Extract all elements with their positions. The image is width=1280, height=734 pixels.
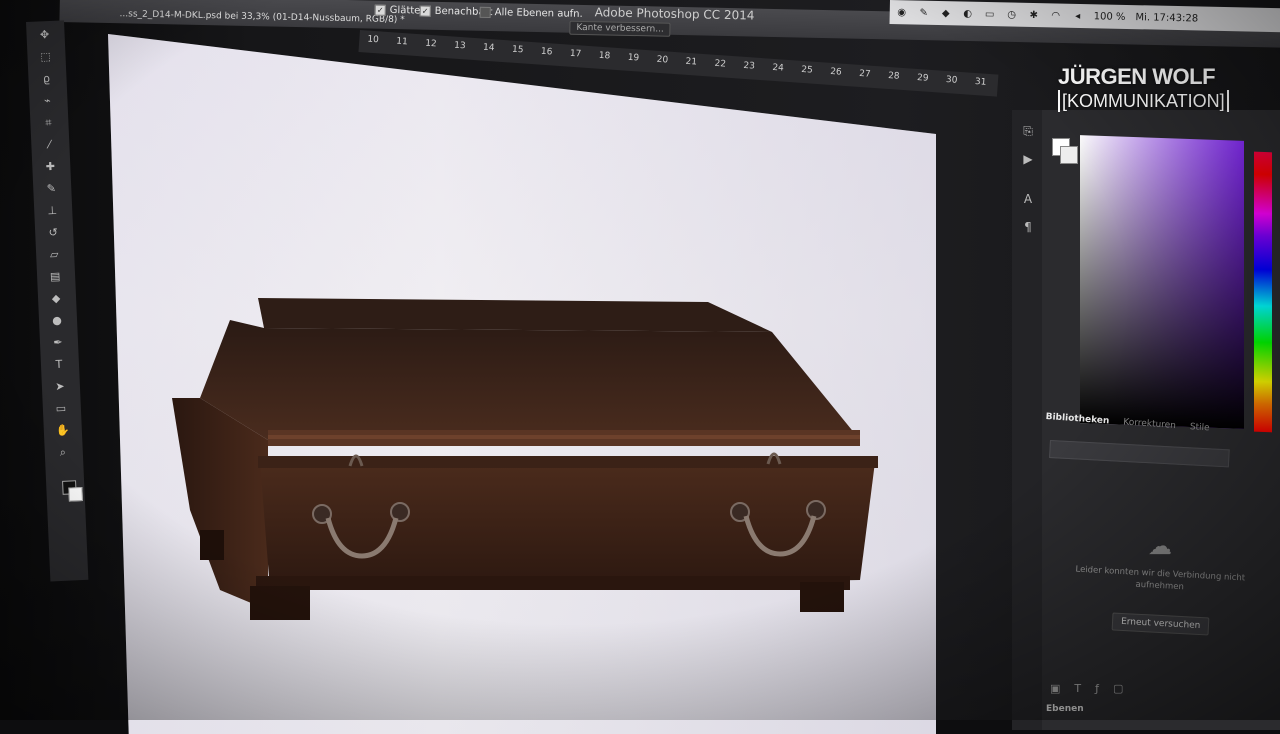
ruler-tick-label: 17 — [569, 48, 582, 60]
gradient-tool-icon[interactable]: ▤ — [49, 270, 62, 284]
hand-tool-icon[interactable]: ✋ — [56, 423, 70, 437]
eraser-tool-icon[interactable]: ▱ — [48, 248, 61, 262]
display-icon[interactable]: ▭ — [984, 8, 996, 20]
history-brush-tool-icon[interactable]: ↺ — [47, 226, 60, 240]
ruler-tick-label: 22 — [714, 58, 727, 70]
dropbox-icon[interactable]: ◆ — [940, 7, 952, 19]
ruler-tick-label: 26 — [829, 66, 842, 78]
ruler-tick-label: 28 — [887, 70, 900, 82]
ruler-tick-label: 19 — [627, 52, 640, 64]
shape-filter-icon[interactable]: ▢ — [1113, 682, 1123, 695]
hue-slider[interactable] — [1254, 151, 1272, 433]
brush-tool-icon[interactable]: ✎ — [45, 182, 58, 196]
watermark-subtitle: [KOMMUNIKATION] — [1058, 90, 1229, 112]
contiguous-checkbox[interactable]: ✓ — [419, 5, 431, 17]
battery-status[interactable]: 100 % — [1094, 11, 1126, 23]
blur-tool-icon[interactable]: ◆ — [50, 292, 63, 306]
pen-tool-icon[interactable]: ✒ — [52, 336, 65, 350]
shape-tool-icon[interactable]: ▭ — [55, 402, 68, 416]
all-layers-label: Alle Ebenen aufn. — [494, 7, 583, 20]
bluetooth-icon[interactable]: ✱ — [1028, 9, 1040, 21]
cloud-offline-icon: ☁ — [1148, 532, 1172, 560]
ruler-tick-label: 16 — [540, 46, 553, 58]
time-machine-icon[interactable]: ◐ — [962, 8, 974, 20]
tools-panel: ✥ ⬚ ϱ ⌁ ⌗ ⁄ ✚ ✎ ⊥ ↺ ▱ ▤ ◆ ● ✒ T ➤ ▭ ✋ ⌕ — [26, 20, 89, 582]
character-panel-icon[interactable]: A — [1021, 192, 1035, 206]
layer-filter-tools: ▣ T ƒ ▢ — [1050, 682, 1123, 695]
history-panel-icon[interactable]: ⎘ — [1021, 124, 1035, 138]
ruler-tick-label: 14 — [482, 42, 495, 54]
refine-edge-button[interactable]: Kante verbessern... — [569, 20, 671, 37]
volume-icon[interactable]: ◂ — [1072, 10, 1084, 22]
paragraph-panel-icon[interactable]: ¶ — [1021, 220, 1035, 234]
healing-tool-icon[interactable]: ✚ — [44, 160, 57, 174]
zoom-tool-icon[interactable]: ⌕ — [57, 446, 70, 460]
clone-tool-icon[interactable]: ⊥ — [46, 204, 59, 218]
coffin-image — [172, 298, 878, 620]
marquee-tool-icon[interactable]: ⬚ — [39, 50, 52, 64]
antialias-checkbox[interactable]: ✓ — [374, 4, 386, 16]
crop-tool-icon[interactable]: ⌗ — [42, 116, 55, 130]
ruler-tick-label: 21 — [685, 56, 698, 68]
ruler-tick-label: 18 — [598, 50, 611, 62]
clock-icon[interactable]: ◷ — [1006, 8, 1018, 20]
all-layers-checkbox[interactable] — [479, 6, 491, 19]
document-tab[interactable]: ...ss_2_D14-M-DKL.psd bei 33,3% (01-D14-… — [119, 9, 404, 25]
actions-panel-icon[interactable]: ▶ — [1021, 152, 1035, 166]
tab-layers[interactable]: Ebenen — [1046, 704, 1084, 714]
ruler-tick-label: 30 — [945, 75, 958, 86]
panel-dock: ⎘ ▶ A ¶ — [1012, 110, 1044, 730]
ruler-tick-label: 11 — [395, 36, 409, 48]
color-picker-field[interactable] — [1080, 135, 1244, 429]
ruler-tick-label: 29 — [916, 72, 929, 84]
ruler-tick-label: 23 — [743, 60, 756, 72]
color-panel-background[interactable] — [1060, 146, 1078, 164]
ruler-tick-label: 13 — [453, 40, 466, 52]
path-select-tool-icon[interactable]: ➤ — [54, 380, 67, 394]
ruler-tick-label: 27 — [858, 68, 871, 80]
wifi-icon[interactable]: ◠ — [1050, 9, 1062, 21]
ruler-tick-label: 15 — [511, 44, 524, 56]
pixel-filter-icon[interactable]: ▣ — [1050, 682, 1060, 695]
watermark-name: JÜRGEN WOLF — [1058, 64, 1216, 89]
eyedropper-tool-icon[interactable]: ⁄ — [43, 138, 56, 152]
creative-cloud-icon[interactable]: ◉ — [896, 6, 908, 18]
lasso-tool-icon[interactable]: ϱ — [40, 72, 53, 86]
ruler-tick-label: 20 — [656, 54, 669, 66]
ruler-tick-label: 31 — [974, 77, 987, 88]
tools-icon[interactable]: ✎ — [918, 7, 930, 19]
background-color-swatch[interactable] — [68, 486, 83, 502]
type-filter-icon[interactable]: T — [1074, 682, 1081, 695]
monitor-screen: ...ss_2_D14-M-DKL.psd bei 33,3% (01-D14-… — [0, 0, 1280, 734]
ruler-tick-label: 12 — [424, 38, 437, 50]
dodge-tool-icon[interactable]: ● — [51, 314, 64, 328]
tab-styles[interactable]: Stile — [1189, 422, 1209, 433]
app-title: Adobe Photoshop CC 2014 — [594, 5, 755, 23]
move-tool-icon[interactable]: ✥ — [38, 28, 51, 42]
fx-filter-icon[interactable]: ƒ — [1095, 682, 1099, 695]
all-layers-option[interactable]: Alle Ebenen aufn. — [479, 6, 583, 20]
menubar-clock[interactable]: Mi. 17:43:28 — [1135, 12, 1198, 24]
watermark: JÜRGEN WOLF [KOMMUNIKATION] — [1058, 64, 1229, 112]
ruler-tick-label: 10 — [367, 34, 380, 46]
ruler-tick-label: 24 — [772, 62, 785, 74]
type-tool-icon[interactable]: T — [53, 358, 66, 372]
quick-select-tool-icon[interactable]: ⌁ — [41, 94, 54, 108]
ruler-tick-label: 25 — [800, 64, 814, 76]
